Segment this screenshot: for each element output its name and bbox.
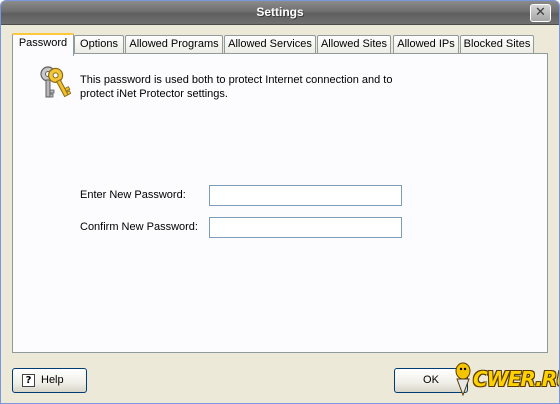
tab-allowed-programs[interactable]: Allowed Programs <box>125 35 223 54</box>
password-info-text: This password is used both to protect In… <box>80 74 393 100</box>
help-button-label: Help <box>41 374 64 386</box>
tab-allowed-sites[interactable]: Allowed Sites <box>317 35 391 54</box>
tab-allowed-services[interactable]: Allowed Services <box>224 35 316 54</box>
tab-blocked-sites[interactable]: Blocked Sites <box>460 35 534 54</box>
confirm-password-field[interactable] <box>209 217 402 238</box>
window-title: Settings <box>256 5 304 19</box>
help-icon: ? <box>22 374 35 387</box>
title-bar[interactable]: Settings ✕ <box>1 1 559 25</box>
new-password-label: Enter New Password: <box>80 189 186 201</box>
watermark-logo: CWER.RU <box>451 361 559 399</box>
close-icon: ✕ <box>535 5 546 20</box>
close-button[interactable]: ✕ <box>530 4 551 22</box>
tab-options[interactable]: Options <box>74 35 124 54</box>
new-password-field[interactable] <box>209 185 402 206</box>
password-panel: This password is used both to protect In… <box>12 53 548 353</box>
tab-allowed-ips[interactable]: Allowed IPs <box>393 35 459 54</box>
confirm-password-label: Confirm New Password: <box>80 221 198 233</box>
settings-window: Settings ✕ Password Options Allowed Prog… <box>0 0 560 404</box>
mascot-icon <box>455 362 471 397</box>
keys-icon <box>40 66 71 98</box>
watermark-text: CWER.RU <box>473 367 559 391</box>
tab-password[interactable]: Password <box>12 33 74 56</box>
help-button[interactable]: ? Help <box>12 368 87 393</box>
